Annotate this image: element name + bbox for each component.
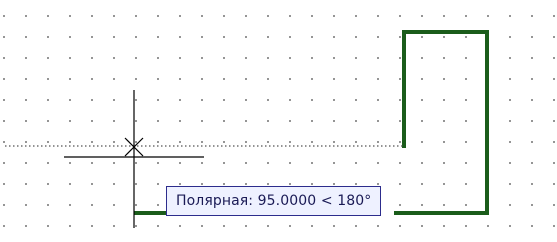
drawn-polyline-right	[394, 30, 489, 215]
polar-tracking-tooltip: Полярная: 95.0000 < 180°	[166, 186, 382, 216]
